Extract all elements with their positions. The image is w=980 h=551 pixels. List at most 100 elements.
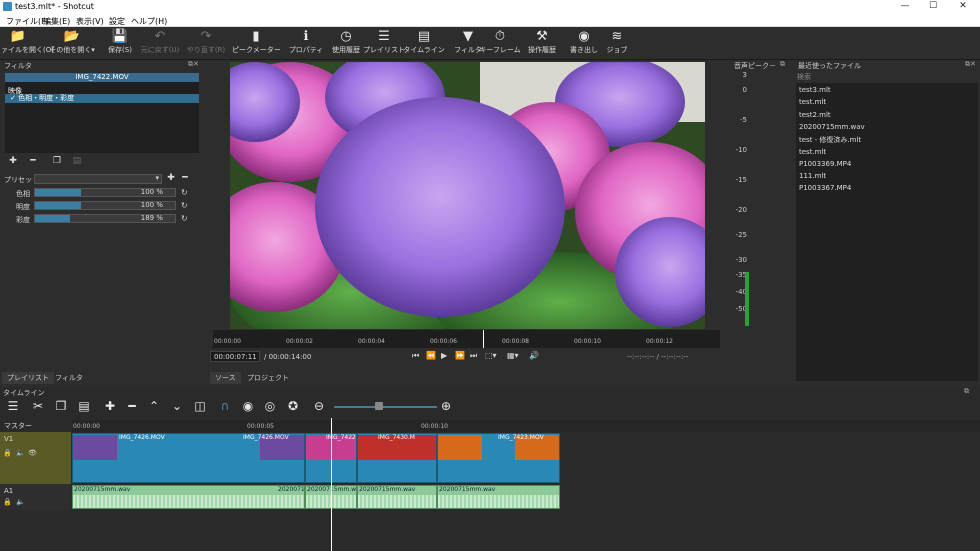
- video-clip[interactable]: IMG_7423.MOV: [437, 433, 560, 483]
- split-icon[interactable]: ◫: [192, 399, 208, 413]
- current-timecode[interactable]: 00:00:07:11: [210, 351, 260, 362]
- filter-list[interactable]: [5, 73, 199, 153]
- lock-icon[interactable]: 🔒: [3, 498, 12, 506]
- lock-icon[interactable]: 🔒: [3, 449, 12, 457]
- keyframe-button[interactable]: ⏱ キーフレーム: [476, 29, 524, 55]
- reset-icon[interactable]: ↻: [181, 214, 188, 223]
- track-header-v1[interactable]: V1 🔒 🔈 👁: [0, 432, 71, 484]
- zoom-slider[interactable]: [334, 406, 437, 408]
- save-preset-button[interactable]: ✚: [164, 173, 178, 184]
- recent-file-item[interactable]: 20200715mm.wav: [799, 123, 865, 131]
- recent-file-item[interactable]: test2.mlt: [799, 111, 831, 119]
- mute-icon[interactable]: 🔈: [16, 449, 25, 457]
- player-playhead[interactable]: [483, 330, 484, 348]
- recent-file-item[interactable]: P1003367.MP4: [799, 184, 851, 192]
- rewind-icon[interactable]: ⏪: [426, 351, 436, 360]
- remove-filter-button[interactable]: ━: [26, 156, 40, 167]
- jobs-button[interactable]: ≋ ジョブ: [593, 29, 641, 55]
- peak-meter-button[interactable]: ▮ ピークメーター: [232, 29, 281, 55]
- folder-open-button[interactable]: 📁 ファイルを開く(O): [0, 29, 54, 55]
- cut-icon[interactable]: ✂: [30, 399, 46, 413]
- copy-filter-button[interactable]: ❐: [50, 156, 64, 167]
- tab-filters[interactable]: フィルタ: [50, 372, 88, 384]
- audio-clip[interactable]: 20200715mm.wav: [437, 485, 560, 509]
- tab-playlist[interactable]: プレイリスト: [2, 372, 54, 384]
- zoom-in-icon[interactable]: ⊕: [438, 399, 454, 413]
- param-slider[interactable]: 100 %: [34, 201, 176, 210]
- paste-filter-button[interactable]: ▤: [70, 156, 84, 167]
- ripple-all-icon[interactable]: ✪: [285, 399, 301, 413]
- play-icon[interactable]: ▶: [441, 351, 447, 360]
- meter-tick: -20: [735, 206, 747, 214]
- redo-button[interactable]: ↷ やり直す(R): [182, 29, 230, 55]
- tab-project[interactable]: プロジェクト: [242, 372, 294, 384]
- minimize-button[interactable]: —: [895, 1, 915, 11]
- param-slider[interactable]: 189 %: [34, 214, 176, 223]
- tab-source[interactable]: ソース: [210, 372, 241, 384]
- undo-history-button[interactable]: ⚒ 操作履歴: [518, 29, 566, 55]
- recent-file-item[interactable]: test - 修復済み.mlt: [799, 135, 861, 145]
- undock-icon[interactable]: ⧉✕: [188, 60, 199, 69]
- hide-icon[interactable]: 👁: [28, 449, 37, 457]
- delete-preset-button[interactable]: ━: [178, 173, 192, 184]
- add-filter-button[interactable]: ✚: [6, 156, 20, 167]
- audio-clip[interactable]: 20200715mm.wav: [357, 485, 437, 509]
- volume-icon[interactable]: 🔊: [529, 351, 539, 360]
- timeline-menu-icon[interactable]: ☰: [5, 399, 21, 413]
- filter-item-hue[interactable]: ✓ 色相・明度・彩度: [5, 94, 199, 103]
- reset-icon[interactable]: ↻: [181, 188, 188, 197]
- param-slider[interactable]: 100 %: [34, 188, 176, 197]
- recent-file-item[interactable]: P1003369.MP4: [799, 160, 851, 168]
- maximize-button[interactable]: ☐: [923, 1, 943, 11]
- timeline-ruler[interactable]: [72, 420, 980, 432]
- player-scrubber[interactable]: 00:00:00 00:00:02 00:00:04 00:00:06 00:00:08…: [213, 330, 720, 348]
- track-header-a1[interactable]: A1 🔒 🔈: [0, 484, 71, 510]
- folder-open-icon: 📁: [9, 29, 27, 44]
- reset-icon[interactable]: ↻: [181, 201, 188, 210]
- undock-icon[interactable]: ⧉: [964, 387, 969, 396]
- video-clip[interactable]: IMG_7426.MOV IMG_7426.MOV: [72, 433, 305, 483]
- recent-file-item[interactable]: 111.mlt: [799, 172, 826, 180]
- menu-view[interactable]: 表示(V): [76, 16, 104, 27]
- paste-icon[interactable]: ▤: [76, 399, 92, 413]
- param-value[interactable]: 189 %: [141, 215, 163, 222]
- skip-next-icon[interactable]: ⏭: [470, 351, 477, 361]
- undock-icon[interactable]: ⧉✕: [965, 60, 976, 69]
- ripple-icon[interactable]: ◎: [262, 399, 278, 413]
- zoom-slider-handle[interactable]: [375, 402, 383, 410]
- zoom-out-icon[interactable]: ⊖: [311, 399, 327, 413]
- recent-file-item[interactable]: test3.mlt: [799, 86, 831, 94]
- open-other-button[interactable]: 📂 その他を開く▾: [48, 29, 96, 55]
- snap-icon[interactable]: ∩: [217, 399, 233, 413]
- fast-forward-icon[interactable]: ⏩: [455, 351, 465, 360]
- ripple-delete-icon[interactable]: ━: [124, 399, 140, 413]
- audio-clip[interactable]: 20200715mm.wav 20200715mm.wav: [72, 485, 305, 509]
- append-icon[interactable]: ✚: [102, 399, 118, 413]
- menu-settings[interactable]: 設定: [109, 16, 125, 27]
- main-toolbar: 📁ファイルを開く(O)📂その他を開く▾💾保存(S)↶元に戻す(U)↷やり直す(R…: [0, 27, 980, 60]
- timeline-playhead[interactable]: [331, 418, 332, 551]
- skip-previous-icon[interactable]: ⏮: [412, 351, 419, 361]
- copy-icon[interactable]: ❐: [53, 399, 69, 413]
- overwrite-icon[interactable]: ⌄: [169, 399, 185, 413]
- param-value[interactable]: 100 %: [141, 189, 163, 196]
- close-button[interactable]: ✕: [953, 1, 973, 11]
- undo-button[interactable]: ↶ 元に戻す(U): [136, 29, 184, 55]
- undock-icon[interactable]: ⧉: [780, 60, 785, 69]
- timeline-button[interactable]: ▤ タイムライン: [400, 29, 448, 55]
- recent-file-item[interactable]: test.mlt: [799, 148, 826, 156]
- grid-icon[interactable]: ▦▾: [507, 351, 519, 360]
- scrub-icon[interactable]: ◉: [240, 399, 256, 413]
- current-clip-name: IMG_7422.MOV: [5, 73, 199, 82]
- mute-icon[interactable]: 🔈: [16, 498, 25, 506]
- lift-icon[interactable]: ⌃: [146, 399, 162, 413]
- zoom-icon[interactable]: ⬚▾: [485, 351, 497, 360]
- menu-help[interactable]: ヘルプ(H): [131, 16, 167, 27]
- video-clip[interactable]: IMG_7430.M: [357, 433, 437, 483]
- preset-select[interactable]: ▾: [34, 174, 162, 184]
- param-value[interactable]: 100 %: [141, 202, 163, 209]
- recent-file-item[interactable]: test.mlt: [799, 98, 826, 106]
- recent-search-input[interactable]: 検索: [797, 72, 811, 82]
- menu-edit[interactable]: 編集(E): [43, 16, 70, 27]
- toolbar-label: ピークメーター: [232, 46, 281, 54]
